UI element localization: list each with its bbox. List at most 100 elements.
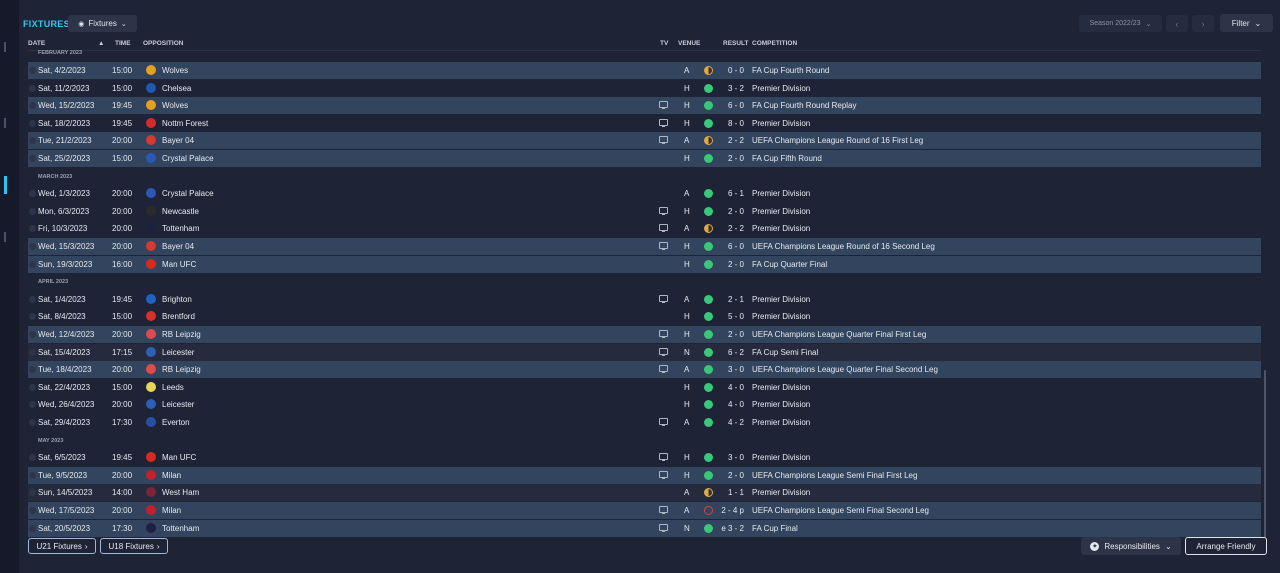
competition-link[interactable]: UEFA Champions League Round of 16 Second… [752, 242, 935, 252]
match-result[interactable]: 6 - 0 [718, 101, 744, 111]
fixture-row[interactable]: Sat, 20/5/2023 17:30 Tottenham Ne 3 - 2 FA C… [28, 519, 1261, 537]
fixture-row[interactable]: Sat, 6/5/2023 19:45 Man UFC H 3 - 0 Premier D… [28, 449, 1261, 466]
opposition-link[interactable]: Brentford [162, 312, 195, 322]
competition-link[interactable]: FA Cup Final [752, 524, 798, 534]
match-result[interactable]: 0 - 0 [718, 66, 744, 76]
match-result[interactable]: 2 - 0 [718, 207, 744, 217]
match-result[interactable]: 8 - 0 [718, 119, 744, 129]
match-result[interactable]: 3 - 0 [718, 365, 744, 375]
competition-link[interactable]: FA Cup Fifth Round [752, 154, 822, 164]
match-result[interactable]: 4 - 2 [718, 418, 744, 428]
fixture-row[interactable]: Wed, 1/3/2023 20:00 Crystal Palace A 6 - 1 Pr… [28, 185, 1261, 202]
column-header-opposition[interactable]: OPPOSITION [143, 40, 183, 47]
fixture-row[interactable]: Sun, 14/5/2023 14:00 West Ham A 1 - 1 Premier… [28, 484, 1261, 502]
fixture-row[interactable]: Tue, 9/5/2023 20:00 Milan H 2 - 0 UEFA Champi… [28, 466, 1261, 484]
fixture-row[interactable]: Sat, 15/4/2023 17:15 Leicester N 6 - 2 FA Cup… [28, 343, 1261, 361]
column-header-tv[interactable]: TV [660, 40, 668, 47]
competition-link[interactable]: Premier Division [752, 84, 810, 94]
match-result[interactable]: 2 - 2 [718, 224, 744, 234]
competition-link[interactable]: FA Cup Semi Final [752, 348, 818, 358]
opposition-link[interactable]: Crystal Palace [162, 154, 214, 164]
fixture-row[interactable]: Wed, 15/3/2023 20:00 Bayer 04 H 6 - 0 UEFA Ch… [28, 238, 1261, 255]
match-result[interactable]: 6 - 0 [718, 242, 744, 252]
competition-link[interactable]: Premier Division [752, 383, 810, 393]
fixture-row[interactable]: Tue, 21/2/2023 20:00 Bayer 04 A 2 - 2 UEFA Ch… [28, 132, 1261, 150]
match-result[interactable]: 3 - 2 [718, 84, 744, 94]
competition-link[interactable]: UEFA Champions League Quarter Final Firs… [752, 330, 926, 340]
fixture-row[interactable]: Sat, 1/4/2023 19:45 Brighton A 2 - 1 Premier … [28, 291, 1261, 308]
fixture-row[interactable]: Sat, 11/2/2023 15:00 Chelsea H 3 - 2 Premier … [28, 80, 1261, 97]
competition-link[interactable]: UEFA Champions League Round of 16 First … [752, 136, 923, 146]
opposition-link[interactable]: Wolves [162, 101, 188, 111]
match-result[interactable]: 3 - 0 [718, 453, 744, 463]
opposition-link[interactable]: Milan [162, 506, 181, 516]
opposition-link[interactable]: Bayer 04 [162, 242, 194, 252]
match-result[interactable]: 5 - 0 [718, 312, 744, 322]
match-result[interactable]: 2 - 0 [718, 154, 744, 164]
column-header-competition[interactable]: COMPETITION [752, 40, 797, 47]
match-result[interactable]: 2 - 0 [718, 260, 744, 270]
fixture-row[interactable]: Sat, 29/4/2023 17:30 Everton A 4 - 2 Premier … [28, 414, 1261, 431]
opposition-link[interactable]: Newcastle [162, 207, 199, 217]
match-result[interactable]: 2 - 1 [718, 295, 744, 305]
opposition-link[interactable]: Leicester [162, 400, 194, 410]
filter-button[interactable]: Filter ⌄ [1220, 14, 1273, 32]
competition-link[interactable]: Premier Division [752, 295, 810, 305]
competition-link[interactable]: UEFA Champions League Semi Final First L… [752, 471, 917, 481]
opposition-link[interactable]: Wolves [162, 66, 188, 76]
match-result[interactable]: 1 - 1 [718, 488, 744, 498]
opposition-link[interactable]: Tottenham [162, 524, 199, 534]
competition-link[interactable]: FA Cup Fourth Round [752, 66, 829, 76]
competition-link[interactable]: FA Cup Fourth Round Replay [752, 101, 857, 111]
column-header-result[interactable]: RESULT [723, 40, 749, 47]
match-result[interactable]: 4 - 0 [718, 400, 744, 410]
match-result[interactable]: 6 - 2 [718, 348, 744, 358]
fixture-row[interactable]: Sun, 19/3/2023 16:00 Man UFC H 2 - 0 FA Cup Q… [28, 255, 1261, 273]
fixture-row[interactable]: Mon, 6/3/2023 20:00 Newcastle H 2 - 0 Premier… [28, 203, 1261, 220]
competition-link[interactable]: Premier Division [752, 488, 810, 498]
opposition-link[interactable]: Leicester [162, 348, 194, 358]
arrange-friendly-button[interactable]: Arrange Friendly [1185, 537, 1267, 555]
competition-link[interactable]: Premier Division [752, 453, 810, 463]
opposition-link[interactable]: Man UFC [162, 453, 196, 463]
opposition-link[interactable]: West Ham [162, 488, 199, 498]
sidebar-active-indicator[interactable] [4, 176, 7, 194]
match-result[interactable]: 2 - 0 [718, 471, 744, 481]
fixture-row[interactable]: Sat, 8/4/2023 15:00 Brentford H 5 - 0 Premier… [28, 308, 1261, 325]
match-result[interactable]: 4 - 0 [718, 383, 744, 393]
match-result[interactable]: 6 - 1 [718, 189, 744, 199]
competition-link[interactable]: Premier Division [752, 224, 810, 234]
competition-link[interactable]: UEFA Champions League Semi Final Second … [752, 506, 929, 516]
opposition-link[interactable]: Bayer 04 [162, 136, 194, 146]
scrollbar[interactable] [1264, 370, 1266, 538]
match-result[interactable]: 2 - 2 [718, 136, 744, 146]
opposition-link[interactable]: Milan [162, 471, 181, 481]
fixture-row[interactable]: Sat, 22/4/2023 15:00 Leeds H 4 - 0 Premier Di… [28, 379, 1261, 396]
competition-link[interactable]: Premier Division [752, 400, 810, 410]
competition-link[interactable]: Premier Division [752, 312, 810, 322]
sort-ascending-icon[interactable]: ▲ [98, 40, 104, 47]
fixture-row[interactable]: Wed, 15/2/2023 19:45 Wolves H 6 - 0 FA Cup Fo… [28, 97, 1261, 115]
match-result[interactable]: e 3 - 2 [718, 524, 744, 534]
opposition-link[interactable]: Chelsea [162, 84, 191, 94]
opposition-link[interactable]: Tottenham [162, 224, 199, 234]
column-header-time[interactable]: TIME [115, 40, 131, 47]
fixture-row[interactable]: Sat, 18/2/2023 19:45 Nottm Forest H 8 - 0 Pre… [28, 115, 1261, 132]
column-header-venue[interactable]: VENUE [678, 40, 700, 47]
u18-fixtures-button[interactable]: U18 Fixtures › [100, 538, 168, 554]
competition-link[interactable]: UEFA Champions League Quarter Final Seco… [752, 365, 938, 375]
fixture-row[interactable]: Wed, 17/5/2023 20:00 Milan A 2 - 4 p UEFA Cha… [28, 502, 1261, 519]
fixture-row[interactable]: Fri, 10/3/2023 20:00 Tottenham A 2 - 2 Premie… [28, 220, 1261, 237]
fixture-row[interactable]: Sat, 25/2/2023 15:00 Crystal Palace H 2 - 0 F… [28, 150, 1261, 167]
fixture-row[interactable]: Tue, 18/4/2023 20:00 RB Leipzig A 3 - 0 UEFA … [28, 361, 1261, 379]
competition-link[interactable]: Premier Division [752, 207, 810, 217]
u21-fixtures-button[interactable]: U21 Fixtures › [28, 538, 96, 554]
opposition-link[interactable]: RB Leipzig [162, 330, 201, 340]
competition-link[interactable]: FA Cup Quarter Final [752, 260, 827, 270]
opposition-link[interactable]: RB Leipzig [162, 365, 201, 375]
opposition-link[interactable]: Nottm Forest [162, 119, 208, 129]
previous-season-button[interactable]: ‹ [1166, 15, 1188, 32]
opposition-link[interactable]: Crystal Palace [162, 189, 214, 199]
opposition-link[interactable]: Brighton [162, 295, 192, 305]
opposition-link[interactable]: Leeds [162, 383, 184, 393]
